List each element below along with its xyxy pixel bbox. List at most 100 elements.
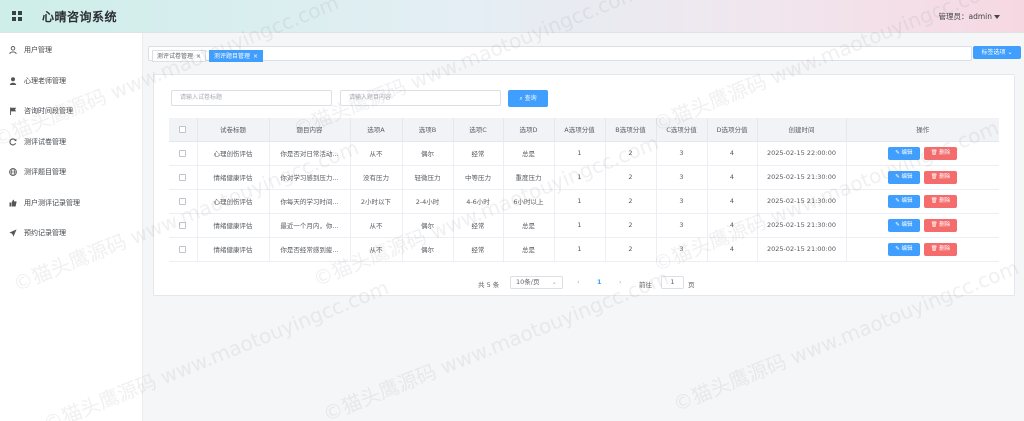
sidebar-item-record[interactable]: 用户测评记录管理 [0, 192, 143, 214]
cell: 2-4小时 [402, 189, 454, 214]
close-icon[interactable]: × [196, 53, 201, 60]
delete-button[interactable]: 🗑 删除 [923, 146, 958, 160]
edit-button[interactable]: ✎ 编辑 [888, 194, 920, 208]
delete-button[interactable]: 🗑 删除 [923, 218, 958, 232]
tab-label: 测评题目管理 [214, 53, 251, 60]
sidebar-item-timeslot[interactable]: 咨询时间段管理 [0, 100, 143, 122]
col-header: 试卷标题 [197, 118, 270, 142]
menu-grid-icon[interactable] [12, 11, 23, 22]
col-header: D选项分值 [707, 118, 758, 142]
row-actions: ✎ 编辑 🗑 删除 [846, 141, 999, 166]
delete-button[interactable]: 🗑 删除 [923, 242, 958, 256]
sidebar-item-appointment[interactable]: 预约记录管理 [0, 222, 143, 244]
person-icon [9, 77, 17, 85]
sidebar-item-label: 测评题目管理 [24, 168, 66, 176]
table-row: 心理创伤评估 你是否对日常活动... 从不 偶尔 经常 总是 1 2 3 4 2… [169, 141, 999, 166]
cell: 情绪健康评估 [197, 237, 270, 262]
paper-title-input[interactable]: 请输入试卷标题 [171, 90, 332, 106]
cell: 3 [656, 213, 708, 238]
cell: 2 [605, 213, 657, 238]
edit-button[interactable]: ✎ 编辑 [888, 170, 920, 184]
admin-dropdown[interactable]: 管理员：admin [938, 11, 1000, 22]
tabs-strip: 测评试卷管理 × 测评题目管理 × [148, 46, 972, 62]
row-actions: ✎ 编辑 🗑 删除 [846, 189, 999, 214]
checkbox[interactable] [179, 197, 187, 205]
row-actions: ✎ 编辑 🗑 删除 [846, 213, 999, 238]
thumb-icon [9, 199, 17, 207]
search-icon: ⌕ [519, 95, 523, 102]
sidebar-item-label: 测评试卷管理 [24, 138, 66, 146]
col-header: 选项B [402, 118, 454, 142]
question-table: 试卷标题 题目内容 选项A 选项B 选项C 选项D A选项分值 B选项分值 C选… [169, 118, 999, 262]
row-actions: ✎ 编辑 🗑 删除 [846, 165, 999, 190]
sidebar-item-user[interactable]: 用户管理 [0, 39, 143, 61]
sidebar-item-paper[interactable]: 测评试卷管理 [0, 131, 143, 153]
refresh-icon [9, 138, 17, 146]
row-select [169, 189, 198, 214]
checkbox[interactable] [179, 221, 187, 229]
prev-page-icon[interactable]: ‹ [577, 278, 580, 286]
chevron-down-icon: ⌄ [1007, 49, 1013, 56]
cell: 2 [605, 237, 657, 262]
delete-label: 删除 [939, 197, 951, 204]
goto-page-input[interactable]: 1 [661, 276, 684, 289]
cell: 总是 [503, 213, 555, 238]
chevron-down-icon: ⌄ [551, 278, 557, 286]
tab-paper[interactable]: 测评试卷管理 × [152, 50, 207, 62]
cell: 重度压力 [503, 165, 555, 190]
page-size-select[interactable]: 10条/页 ⌄ [510, 276, 563, 289]
sidebar-item-label: 心理老师管理 [24, 77, 66, 85]
cell: 你每天的学习时间... [269, 189, 351, 214]
delete-label: 删除 [939, 149, 951, 156]
cell: 3 [656, 189, 708, 214]
edit-button[interactable]: ✎ 编辑 [888, 146, 920, 160]
cell: 6小时以上 [503, 189, 555, 214]
cell: 1 [554, 213, 606, 238]
search-button[interactable]: ⌕ 查询 [508, 90, 548, 107]
edit-label: 编辑 [901, 245, 913, 252]
cell: 偶尔 [402, 237, 454, 262]
close-icon[interactable]: × [253, 53, 258, 60]
col-header: 选项D [503, 118, 555, 142]
tab-question[interactable]: 测评题目管理 × [209, 50, 264, 62]
cell: 1 [554, 165, 606, 190]
edit-button[interactable]: ✎ 编辑 [888, 218, 920, 232]
top-header: 心晴咨询系统 管理员：admin [0, 0, 1024, 33]
edit-button[interactable]: ✎ 编辑 [888, 242, 920, 256]
cell: 3 [656, 237, 708, 262]
cell: 情绪健康评估 [197, 165, 270, 190]
page-number[interactable]: 1 [597, 278, 602, 286]
checkbox[interactable] [179, 149, 187, 157]
total-count: 共 5 条 [478, 281, 500, 289]
col-header: B选项分值 [605, 118, 657, 142]
admin-label: 管理员：admin [938, 12, 993, 21]
sidebar-item-teacher[interactable]: 心理老师管理 [0, 70, 143, 92]
cell: 中等压力 [453, 165, 504, 190]
sidebar-item-question[interactable]: 测评题目管理 [0, 161, 143, 183]
col-header: A选项分值 [554, 118, 606, 142]
cell: 2025-02-15 21:00:00 [757, 237, 847, 262]
checkbox[interactable] [179, 173, 187, 181]
cell: 经常 [453, 237, 504, 262]
question-content-input[interactable]: 请输入题目内容 [340, 90, 501, 106]
delete-label: 删除 [939, 245, 951, 252]
delete-button[interactable]: 🗑 删除 [923, 170, 958, 184]
cell: 1 [554, 189, 606, 214]
tabs-bar: 测评试卷管理 × 测评题目管理 × 标签选项 ⌄ [143, 43, 1024, 63]
tab-options-button[interactable]: 标签选项 ⌄ [973, 46, 1021, 59]
checkbox[interactable] [179, 125, 187, 133]
next-page-icon[interactable]: › [619, 278, 622, 286]
user-icon [9, 46, 17, 54]
cell: 3 [656, 141, 708, 166]
delete-button[interactable]: 🗑 删除 [923, 194, 958, 208]
cell: 经常 [453, 213, 504, 238]
page-size-value: 10条/页 [516, 278, 540, 286]
cell: 心理创伤评估 [197, 189, 270, 214]
cell: 偶尔 [402, 213, 454, 238]
cell: 从不 [350, 213, 403, 238]
checkbox[interactable] [179, 245, 187, 253]
cell: 经常 [453, 141, 504, 166]
delete-label: 删除 [939, 221, 951, 228]
col-header: C选项分值 [656, 118, 708, 142]
select-all-checkbox[interactable] [169, 118, 198, 142]
